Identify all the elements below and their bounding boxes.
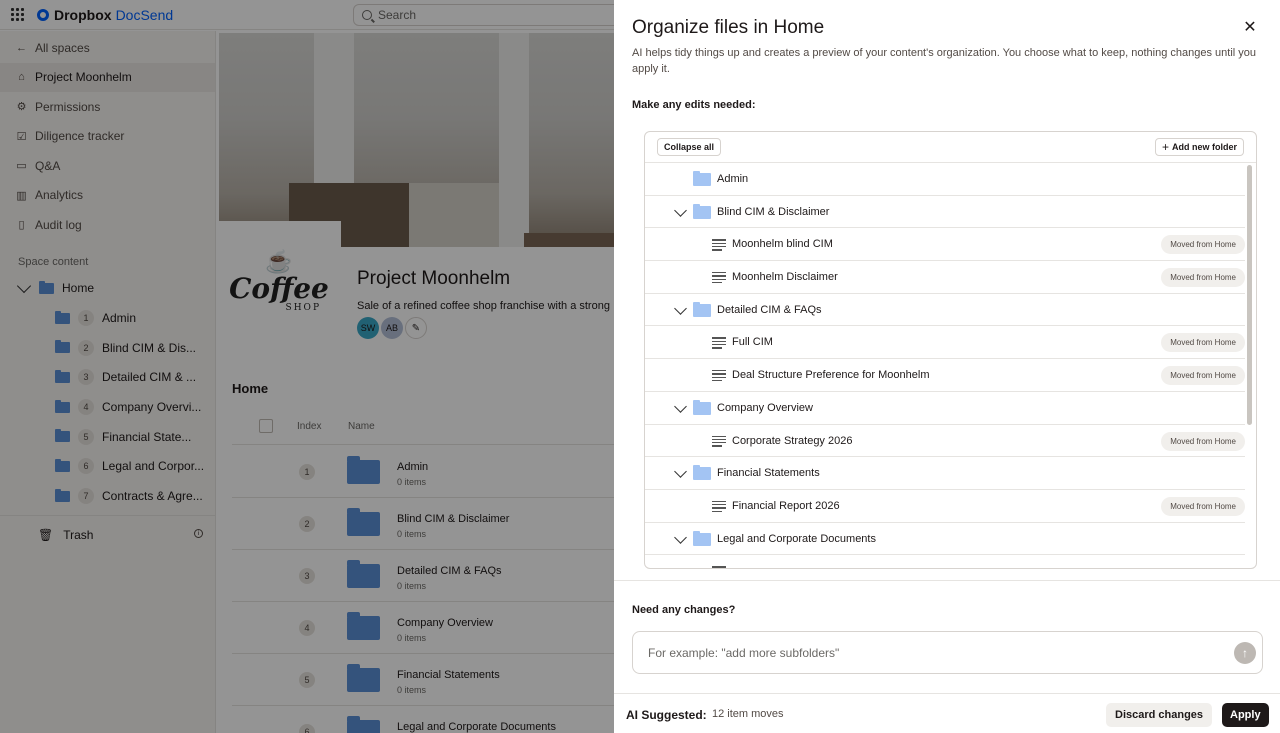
tree-folder-row[interactable]: Financial Statements bbox=[645, 457, 1245, 490]
tree-file-row[interactable]: Moonhelm Disclaimer Moved from Home bbox=[645, 261, 1245, 294]
chevron-down-icon[interactable] bbox=[674, 465, 687, 479]
panel-divider bbox=[614, 580, 1280, 581]
folder-icon bbox=[693, 203, 711, 219]
document-icon bbox=[712, 435, 726, 447]
chevron-down-icon[interactable] bbox=[674, 203, 687, 217]
moved-badge: Moved from Home bbox=[1161, 496, 1245, 516]
tree-folder-row[interactable]: Detailed CIM & FAQs bbox=[645, 294, 1245, 327]
folder-icon bbox=[693, 301, 711, 317]
send-arrow-icon[interactable]: ↑ bbox=[1234, 642, 1256, 664]
edits-label: Make any edits needed: bbox=[632, 99, 756, 111]
chevron-down-icon[interactable] bbox=[674, 530, 687, 544]
folder-icon bbox=[693, 465, 711, 481]
document-icon bbox=[712, 566, 726, 568]
tree-file-row[interactable]: Moonhelm blind CIM Moved from Home bbox=[645, 228, 1245, 262]
ai-suggested-label: AI Suggested: bbox=[626, 708, 707, 722]
moved-badge: Moved from Home bbox=[1161, 268, 1245, 288]
apply-button[interactable]: Apply bbox=[1222, 703, 1269, 727]
folder-icon bbox=[693, 530, 711, 546]
document-icon bbox=[712, 500, 726, 513]
chevron-down-icon[interactable] bbox=[674, 301, 687, 315]
tree-file-row[interactable]: Deal Structure Preference for Moonhelm M… bbox=[645, 359, 1245, 392]
panel-footer: AI Suggested: 12 item moves Discard chan… bbox=[614, 693, 1280, 733]
tree-folder-row[interactable]: Company Overview bbox=[645, 392, 1245, 425]
moved-badge: Moved from Home bbox=[1161, 333, 1245, 353]
tree-file-row[interactable]: Financial Report 2026 Moved from Home bbox=[645, 490, 1245, 523]
document-icon bbox=[712, 272, 726, 284]
moved-badge: Moved from Home bbox=[1161, 366, 1245, 386]
folder-icon bbox=[693, 171, 711, 186]
collapse-all-button[interactable]: Collapse all bbox=[657, 138, 722, 156]
panel-title: Organize files in Home bbox=[632, 17, 825, 38]
modal-backdrop[interactable] bbox=[0, 0, 614, 733]
folder-tree-preview: Collapse all + Add new folder Admin Blin… bbox=[644, 131, 1257, 569]
close-icon[interactable]: ✕ bbox=[1241, 18, 1259, 36]
tree-toolbar: Collapse all + Add new folder bbox=[645, 132, 1256, 163]
tree-file-row[interactable]: Corporate Strategy 2026 Moved from Home bbox=[645, 425, 1245, 458]
moved-badge: Moved from Home bbox=[1161, 431, 1245, 451]
panel-description: AI helps tidy things up and creates a pr… bbox=[632, 47, 1257, 75]
item-moves-count: 12 item moves bbox=[712, 708, 784, 720]
changes-prompt-input[interactable] bbox=[648, 643, 1208, 663]
plus-icon: + bbox=[1161, 140, 1169, 154]
organize-files-panel: Organize files in Home ✕ AI helps tidy t… bbox=[614, 0, 1280, 733]
document-icon bbox=[712, 370, 726, 382]
document-icon bbox=[712, 337, 726, 349]
tree-folder-row[interactable]: Admin bbox=[645, 163, 1245, 196]
changes-prompt-box: ↑ bbox=[632, 631, 1263, 674]
chevron-down-icon[interactable] bbox=[674, 399, 687, 413]
tree-file-row[interactable]: Full CIM Moved from Home bbox=[645, 326, 1245, 360]
discard-changes-button[interactable]: Discard changes bbox=[1106, 703, 1213, 727]
tree-file-row[interactable] bbox=[645, 555, 1245, 568]
tree-folder-row[interactable]: Blind CIM & Disclaimer bbox=[645, 196, 1245, 229]
need-changes-label: Need any changes? bbox=[632, 604, 736, 616]
add-new-folder-button[interactable]: + Add new folder bbox=[1154, 138, 1244, 156]
document-icon bbox=[712, 239, 726, 251]
moved-badge: Moved from Home bbox=[1161, 235, 1245, 255]
tree-folder-row[interactable]: Legal and Corporate Documents bbox=[645, 523, 1245, 556]
tree-scrollbar[interactable] bbox=[1247, 165, 1252, 425]
folder-icon bbox=[693, 399, 711, 415]
